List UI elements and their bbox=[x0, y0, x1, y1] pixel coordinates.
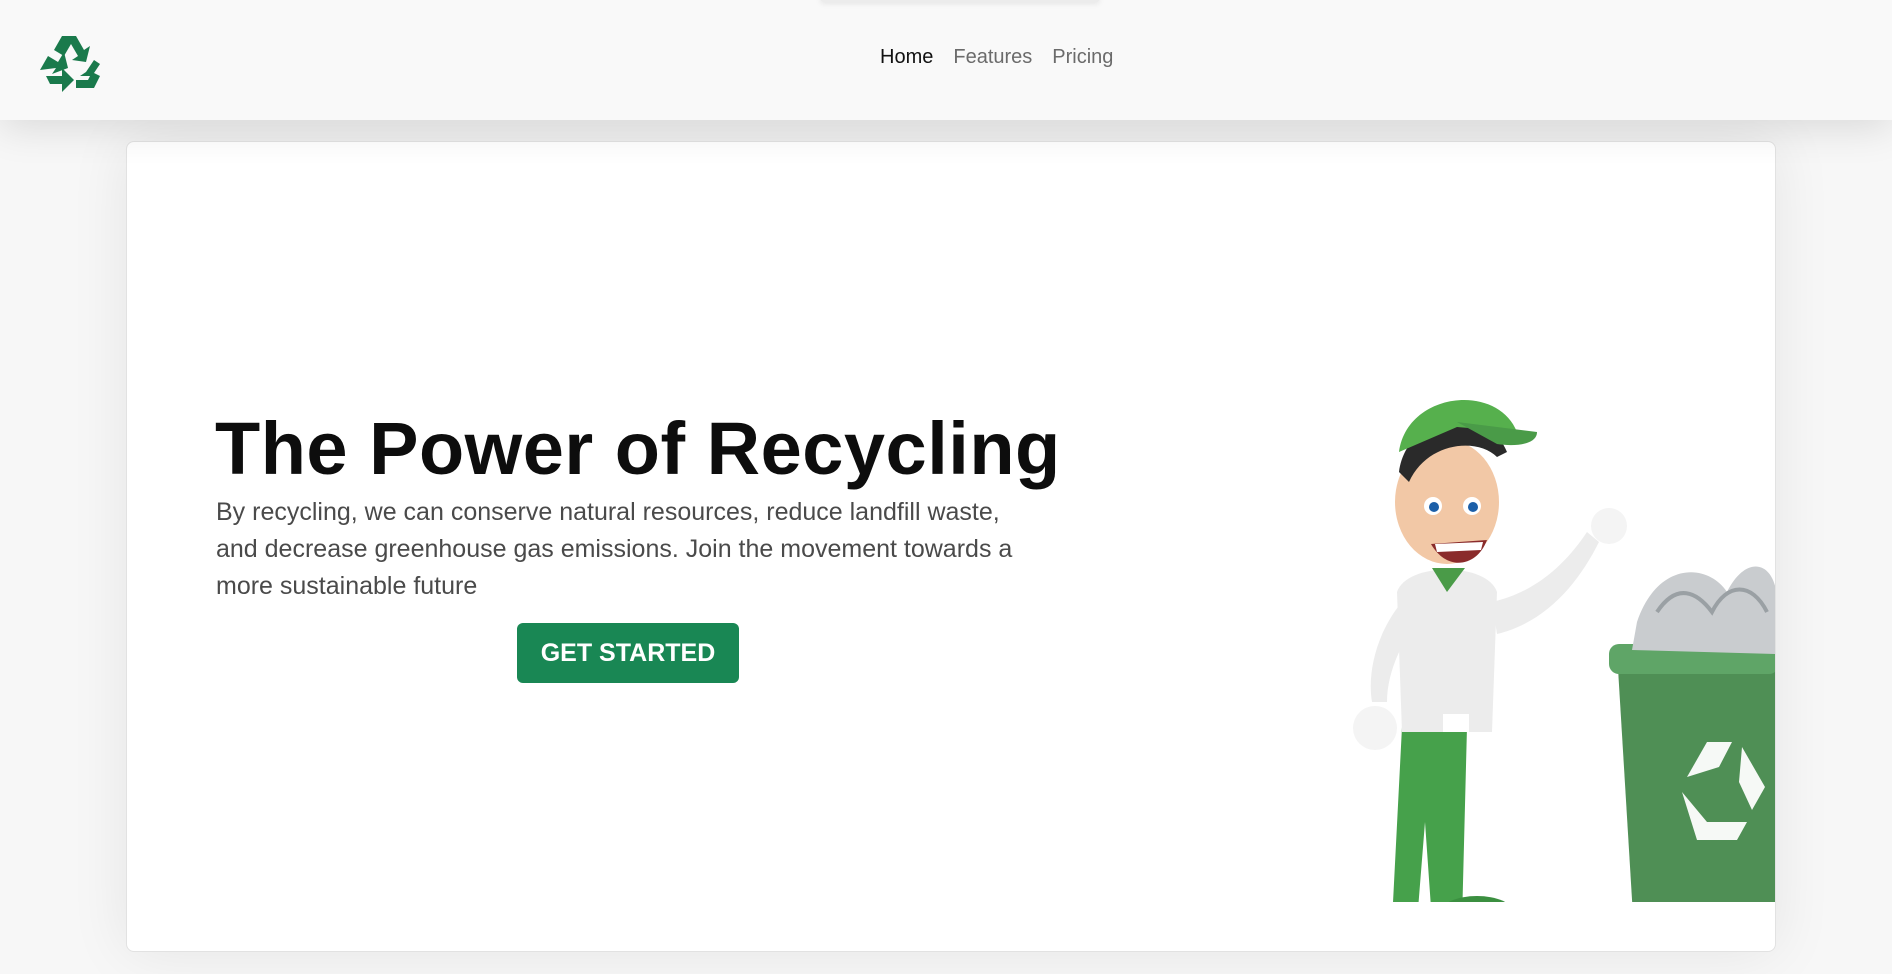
nav-link-pricing[interactable]: Pricing bbox=[1052, 46, 1113, 69]
top-navbar: Home Features Pricing bbox=[0, 0, 1892, 120]
recycle-icon[interactable] bbox=[36, 30, 104, 94]
hero-card: The Power of Recycling By recycling, we … bbox=[126, 141, 1776, 952]
navbar-top-handle bbox=[820, 0, 1100, 2]
hero-title: The Power of Recycling bbox=[215, 407, 1061, 490]
mascot-character-image bbox=[1353, 399, 1627, 902]
nav-link-features[interactable]: Features bbox=[953, 46, 1032, 69]
nav-link-home[interactable]: Home bbox=[880, 46, 933, 69]
recycle-bin-image bbox=[1609, 566, 1775, 902]
main-nav: Home Features Pricing bbox=[880, 46, 1113, 69]
recycling-mascot-illustration bbox=[1353, 399, 1775, 902]
get-started-button[interactable]: GET STARTED bbox=[517, 623, 739, 683]
hero-description: By recycling, we can conserve natural re… bbox=[216, 498, 1013, 600]
